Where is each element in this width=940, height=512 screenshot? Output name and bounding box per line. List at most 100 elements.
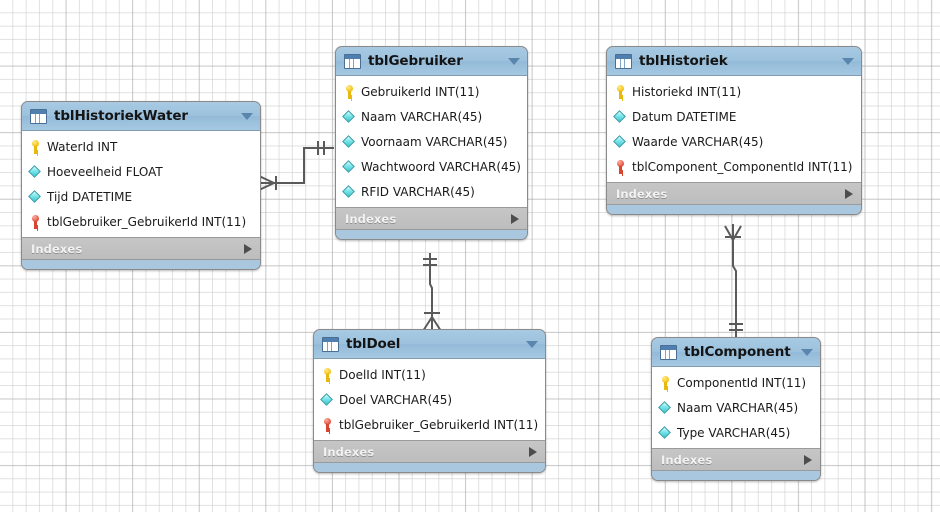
table-footer	[336, 230, 527, 239]
column-label: ComponentId INT(11)	[677, 375, 807, 390]
table-title: tblDoel	[346, 336, 401, 352]
column-label: tblGebruiker_GebruikerId INT(11)	[339, 417, 539, 432]
column-row[interactable]: Waarde VARCHAR(45)	[607, 129, 861, 154]
column-row[interactable]: Wachtwoord VARCHAR(45)	[336, 154, 527, 179]
table-icon	[344, 53, 361, 69]
column-label: DoelId INT(11)	[339, 367, 426, 382]
column-label: Hoeveelheid FLOAT	[47, 164, 163, 179]
column-row[interactable]: Type VARCHAR(45)	[652, 420, 820, 445]
chevron-down-icon[interactable]	[508, 57, 520, 65]
column-row[interactable]: Datum DATETIME	[607, 104, 861, 129]
column-row[interactable]: tblGebruiker_GebruikerId INT(11)	[22, 209, 260, 234]
column-row[interactable]: tblGebruiker_GebruikerId INT(11)	[314, 412, 545, 437]
column-label: Historiekd INT(11)	[632, 84, 742, 99]
column-row[interactable]: ComponentId INT(11)	[652, 370, 820, 395]
indexes-bar[interactable]: Indexes	[314, 441, 545, 463]
chevron-down-icon[interactable]	[526, 340, 538, 348]
column-label: WaterId INT	[47, 139, 118, 154]
column-label: Waarde VARCHAR(45)	[632, 134, 764, 149]
primary-key-icon	[29, 139, 42, 154]
eer-diagram-canvas[interactable]: tblHistoriekWater WaterId INT Hoeveelhei…	[0, 0, 940, 512]
relationship-line-historiek-component	[724, 224, 743, 338]
table-header[interactable]: tblDoel	[314, 330, 545, 359]
column-icon	[321, 393, 334, 407]
column-label: tblComponent_ComponentId INT(11)	[632, 159, 853, 174]
foreign-key-icon	[29, 214, 42, 229]
column-icon	[659, 426, 672, 440]
table-tblHistoriek[interactable]: tblHistoriek Historiekd INT(11) Datum DA…	[606, 46, 862, 215]
table-footer	[314, 463, 545, 472]
column-icon	[614, 135, 627, 149]
column-icon	[29, 190, 42, 204]
column-row[interactable]: Naam VARCHAR(45)	[336, 104, 527, 129]
column-label: Naam VARCHAR(45)	[677, 400, 799, 415]
table-tblComponent[interactable]: tblComponent ComponentId INT(11) Naam VA…	[651, 337, 821, 481]
primary-key-icon	[659, 375, 672, 390]
column-row[interactable]: Hoeveelheid FLOAT	[22, 159, 260, 184]
column-label: Type VARCHAR(45)	[677, 425, 791, 440]
chevron-right-icon[interactable]	[804, 454, 812, 465]
foreign-key-icon	[614, 159, 627, 174]
chevron-right-icon[interactable]	[511, 213, 519, 224]
primary-key-icon	[614, 84, 627, 99]
indexes-bar[interactable]: Indexes	[336, 208, 527, 230]
indexes-label: Indexes	[31, 241, 83, 256]
table-header[interactable]: tblGebruiker	[336, 47, 527, 76]
column-label: Naam VARCHAR(45)	[361, 109, 483, 124]
indexes-bar[interactable]: Indexes	[22, 238, 260, 260]
column-label: Tijd DATETIME	[47, 189, 133, 204]
column-row[interactable]: Doel VARCHAR(45)	[314, 387, 545, 412]
indexes-label: Indexes	[616, 186, 668, 201]
column-row[interactable]: Naam VARCHAR(45)	[652, 395, 820, 420]
column-label: Wachtwoord VARCHAR(45)	[361, 159, 521, 174]
column-row[interactable]: Tijd DATETIME	[22, 184, 260, 209]
table-icon	[660, 344, 677, 360]
chevron-right-icon[interactable]	[244, 243, 252, 254]
column-row[interactable]: GebruikerId INT(11)	[336, 79, 527, 104]
chevron-right-icon[interactable]	[845, 188, 853, 199]
table-title: tblComponent	[684, 344, 791, 360]
column-row[interactable]: Historiekd INT(11)	[607, 79, 861, 104]
column-icon	[29, 165, 42, 179]
foreign-key-icon	[321, 417, 334, 432]
table-header[interactable]: tblHistoriekWater	[22, 102, 260, 131]
indexes-bar[interactable]: Indexes	[607, 183, 861, 205]
table-footer	[652, 471, 820, 480]
column-row[interactable]: RFID VARCHAR(45)	[336, 179, 527, 204]
table-tblHistoriekWater[interactable]: tblHistoriekWater WaterId INT Hoeveelhei…	[21, 101, 261, 270]
table-columns: GebruikerId INT(11) Naam VARCHAR(45) Voo…	[336, 76, 527, 208]
table-columns: WaterId INT Hoeveelheid FLOAT Tijd DATET…	[22, 131, 260, 238]
table-title: tblHistoriekWater	[54, 108, 188, 124]
table-icon	[322, 336, 339, 352]
table-tblDoel[interactable]: tblDoel DoelId INT(11) Doel VARCHAR(45) …	[313, 329, 546, 473]
indexes-label: Indexes	[323, 444, 375, 459]
column-row[interactable]: Voornaam VARCHAR(45)	[336, 129, 527, 154]
relationship-line-historiekwater-gebruiker	[258, 141, 334, 191]
table-title: tblHistoriek	[639, 53, 728, 69]
column-label: Voornaam VARCHAR(45)	[361, 134, 508, 149]
indexes-label: Indexes	[345, 211, 397, 226]
table-columns: DoelId INT(11) Doel VARCHAR(45) tblGebru…	[314, 359, 545, 441]
chevron-down-icon[interactable]	[801, 348, 813, 356]
table-header[interactable]: tblHistoriek	[607, 47, 861, 76]
chevron-right-icon[interactable]	[529, 446, 537, 457]
column-row[interactable]: tblComponent_ComponentId INT(11)	[607, 154, 861, 179]
chevron-down-icon[interactable]	[842, 57, 854, 65]
table-icon	[30, 108, 47, 124]
table-header[interactable]: tblComponent	[652, 338, 820, 367]
column-row[interactable]: DoelId INT(11)	[314, 362, 545, 387]
column-icon	[343, 110, 356, 124]
table-icon	[615, 53, 632, 69]
column-icon	[343, 160, 356, 174]
indexes-label: Indexes	[661, 452, 713, 467]
table-tblGebruiker[interactable]: tblGebruiker GebruikerId INT(11) Naam VA…	[335, 46, 528, 240]
column-label: Datum DATETIME	[632, 109, 737, 124]
column-label: tblGebruiker_GebruikerId INT(11)	[47, 214, 247, 229]
indexes-bar[interactable]: Indexes	[652, 449, 820, 471]
column-icon	[614, 110, 627, 124]
relationship-line-gebruiker-doel	[422, 253, 442, 332]
column-icon	[659, 401, 672, 415]
column-row[interactable]: WaterId INT	[22, 134, 260, 159]
chevron-down-icon[interactable]	[241, 112, 253, 120]
table-title: tblGebruiker	[368, 53, 463, 69]
